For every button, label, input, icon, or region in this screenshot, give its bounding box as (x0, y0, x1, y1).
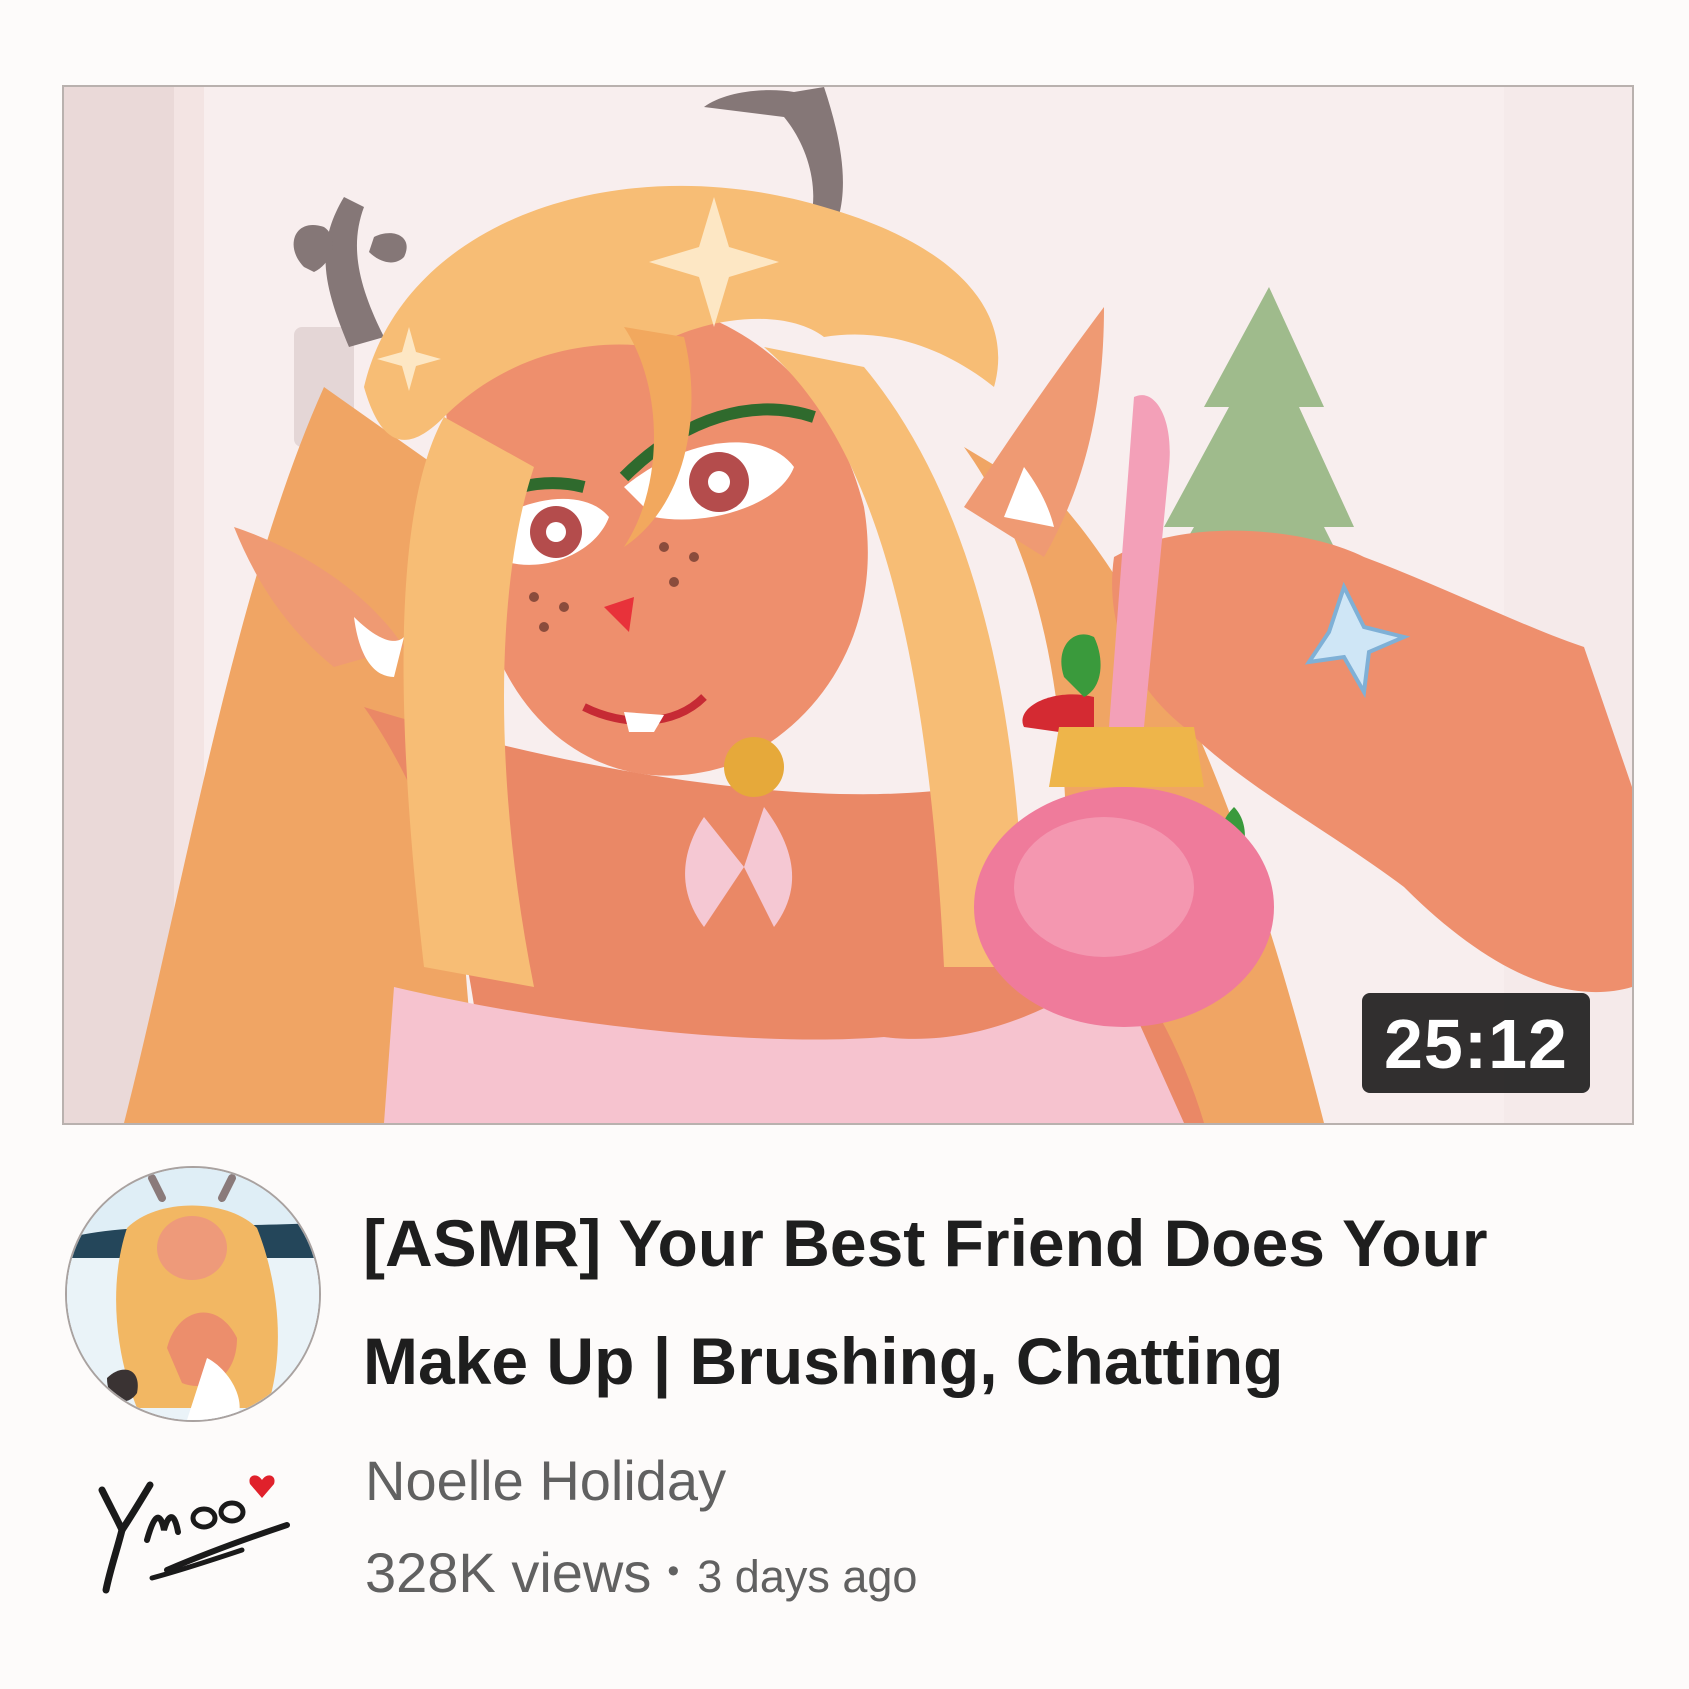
channel-name[interactable]: Noelle Holiday (365, 1448, 726, 1513)
view-count: 328K views (365, 1541, 652, 1604)
artist-signature (92, 1470, 302, 1600)
video-title[interactable]: [ASMR] Your Best Friend Does Your Make U… (363, 1184, 1623, 1420)
video-metadata: 328K views • 3 days ago (365, 1540, 917, 1605)
video-thumbnail[interactable]: 25:12 (62, 85, 1634, 1125)
avatar-illustration (67, 1168, 319, 1420)
separator-dot: • (667, 1551, 680, 1590)
channel-avatar[interactable] (65, 1166, 321, 1422)
upload-age: 3 days ago (697, 1551, 918, 1602)
signature-icon (98, 1475, 290, 1594)
duration-badge: 25:12 (1361, 993, 1590, 1093)
thumbnail-illustration (64, 87, 1632, 1123)
